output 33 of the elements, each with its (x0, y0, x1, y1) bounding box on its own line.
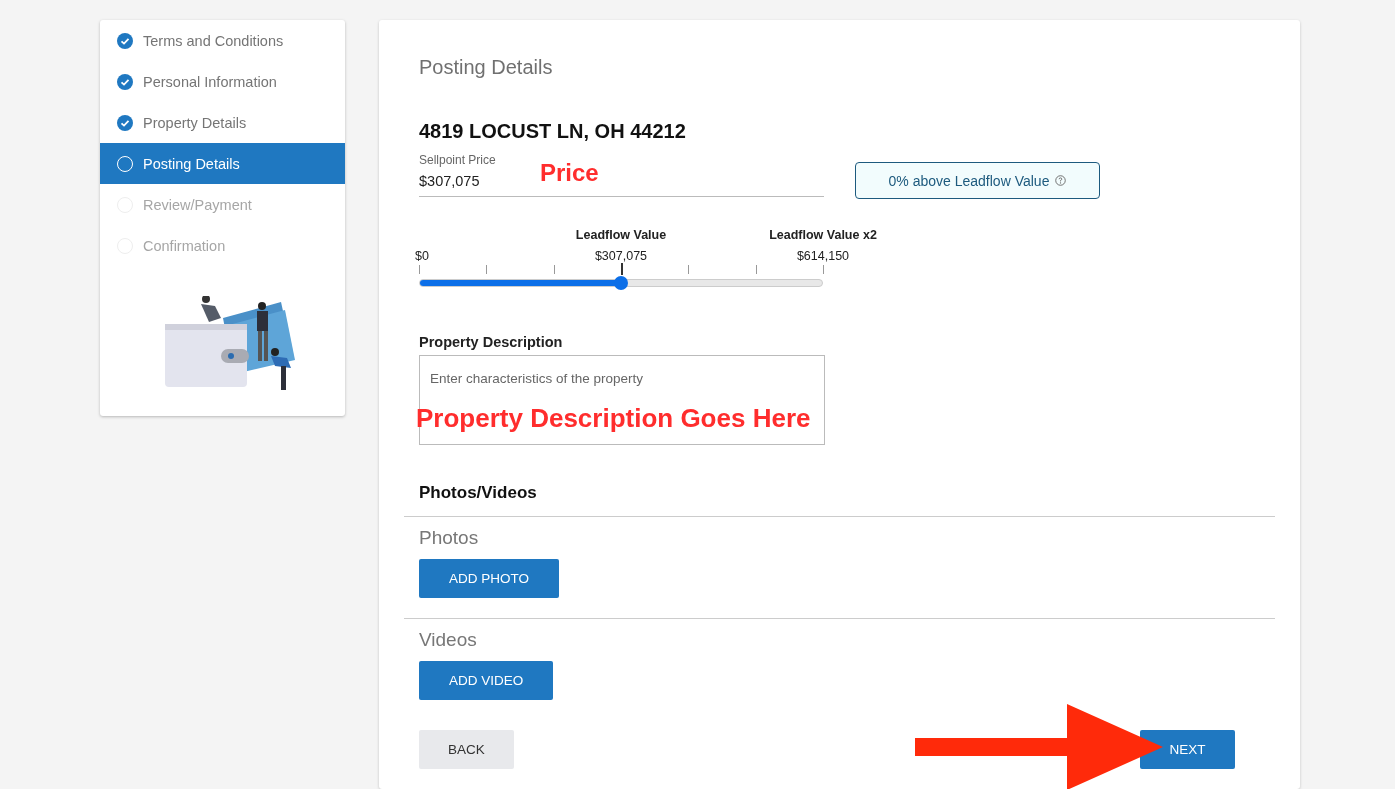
help-icon[interactable] (1055, 175, 1067, 186)
section-label: Photos (419, 527, 480, 549)
section-heading: Photos/Videos (419, 483, 538, 504)
step-item[interactable]: Personal Information (100, 61, 345, 102)
property-address: 4819 LOCUST LN, OH 44212 (419, 120, 687, 143)
price-field[interactable]: Sellpoint Price $307,075 Price (419, 153, 824, 197)
back-button[interactable]: BACK (419, 730, 514, 769)
slider-value: $614,150 (795, 249, 851, 263)
annotation-text: Property Description Goes Here (416, 403, 811, 434)
step-item[interactable]: Terms and Conditions (100, 20, 345, 61)
step-item[interactable]: Property Details (100, 102, 345, 143)
next-button[interactable]: NEXT (1140, 730, 1235, 769)
slider-caption: Leadflow Value (575, 228, 667, 242)
slider-value: $307,075 (593, 249, 649, 263)
price-slider[interactable] (419, 279, 823, 287)
tick-mark (553, 265, 555, 274)
field-label: Property Description (419, 334, 564, 350)
tick-mark (621, 263, 623, 275)
tick-mark (419, 265, 420, 274)
section-label: Videos (419, 629, 478, 651)
page-title: Posting Details (419, 55, 554, 79)
add-button[interactable]: ADD VIDEO (419, 661, 554, 700)
slider-caption: Leadflow Value x2 (769, 228, 877, 242)
tick-mark (688, 265, 690, 274)
tick-mark (486, 265, 488, 274)
slider-handle[interactable] (614, 276, 628, 290)
step-item[interactable]: Posting Details (100, 143, 345, 184)
tick-mark (823, 265, 824, 274)
slider-value: $0 (415, 249, 429, 263)
add-button[interactable]: ADD PHOTO (419, 559, 559, 598)
tick-mark (755, 265, 757, 274)
comparison-badge: 0% above Leadflow Value (855, 162, 1100, 199)
annotation-text: Price (540, 159, 599, 187)
